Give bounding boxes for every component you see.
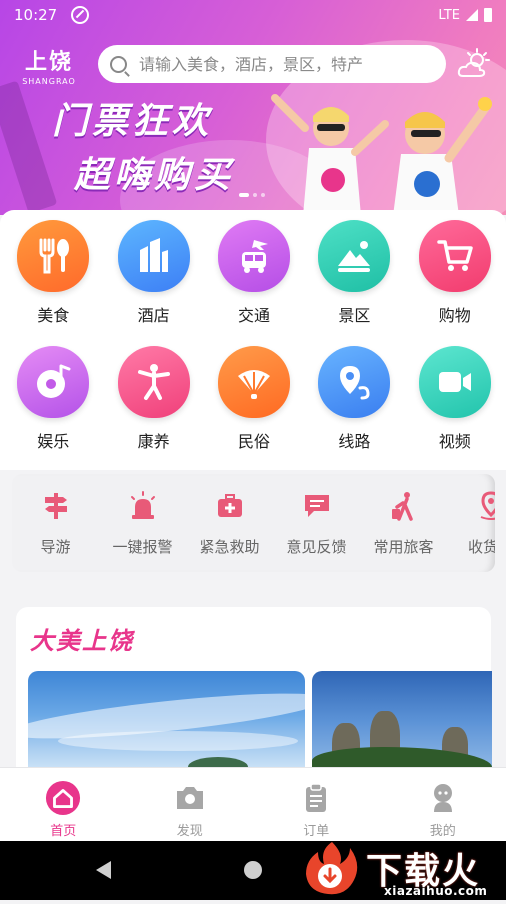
category-label: 视频: [439, 428, 471, 452]
banner-people-illustration: [265, 88, 495, 215]
category-label: 交通: [238, 302, 270, 326]
category-label: 酒店: [138, 302, 170, 326]
logo-en: SHANGRAO: [14, 77, 84, 86]
tools-row: 导游 一键报警 紧急救助 意见反馈 常用旅客 收货地: [12, 490, 495, 557]
do-not-disturb-icon: [71, 6, 89, 24]
category-item[interactable]: 线路: [304, 346, 404, 452]
category-item[interactable]: 民俗: [204, 346, 304, 452]
banner-dot: [253, 193, 257, 197]
tab-item[interactable]: 发现: [127, 768, 254, 842]
category-item[interactable]: 康养: [103, 346, 203, 452]
network-label: LTE: [438, 8, 460, 23]
clipboard-icon: [298, 780, 334, 816]
camera-icon: [172, 780, 208, 816]
tab-label: 首页: [50, 820, 76, 839]
music-disc-icon: [17, 346, 89, 418]
first-aid-kit-icon: [214, 490, 246, 522]
banner-dot: [261, 193, 265, 197]
signal-icon: [466, 9, 478, 21]
category-item[interactable]: 娱乐: [3, 346, 103, 452]
fan-icon: [218, 346, 290, 418]
building-icon: [118, 220, 190, 292]
banner-dot: [239, 193, 249, 197]
category-item[interactable]: 酒店: [103, 220, 203, 326]
watermark: 下载火 xiazaihuo.com: [300, 836, 506, 900]
category-item[interactable]: 景区: [304, 220, 404, 326]
traveler-icon: [388, 490, 420, 522]
featured-section: 大美上饶: [16, 607, 491, 777]
tool-item[interactable]: 紧急救助: [186, 490, 273, 557]
category-grid: 美食 酒店 交通 景区 购物娱乐 康养 民俗 线路 视频: [0, 220, 506, 452]
signpost-icon: [40, 490, 72, 522]
tool-label: 紧急救助: [199, 536, 259, 557]
tools-bar[interactable]: 导游 一键报警 紧急救助 意见反馈 常用旅客 收货地: [12, 474, 495, 572]
banner-line1: 门票狂欢: [52, 92, 234, 144]
tool-label: 意见反馈: [286, 536, 346, 557]
banner-tower-image: [0, 81, 57, 214]
alarm-light-icon: [127, 490, 159, 522]
back-icon[interactable]: [96, 861, 111, 879]
banner[interactable]: 门票狂欢 超嗨购买: [0, 0, 506, 215]
tool-item[interactable]: 一键报警: [99, 490, 186, 557]
search-input[interactable]: [137, 54, 431, 75]
plane-bus-icon: [218, 220, 290, 292]
tool-label: 导游: [40, 536, 70, 557]
category-label: 线路: [338, 428, 370, 452]
tool-item[interactable]: 常用旅客: [360, 490, 447, 557]
tool-label: 常用旅客: [373, 536, 433, 557]
section-title: 大美上饶: [30, 621, 134, 656]
home-button-icon[interactable]: [244, 861, 262, 879]
home-icon: [45, 780, 81, 816]
fork-knife-icon: [17, 220, 89, 292]
category-label: 民俗: [238, 428, 270, 452]
category-item[interactable]: 美食: [3, 220, 103, 326]
mountain-icon: [318, 220, 390, 292]
search-icon: [110, 56, 127, 73]
search-bar[interactable]: [98, 45, 446, 83]
scenic-photo[interactable]: [28, 671, 305, 781]
taichi-icon: [118, 346, 190, 418]
category-label: 景区: [338, 302, 370, 326]
cart-icon: [419, 220, 491, 292]
status-bar: 10:27 LTE: [0, 0, 506, 30]
watermark-url: xiazaihuo.com: [384, 884, 487, 898]
tool-label: 一键报警: [112, 536, 172, 557]
tool-item[interactable]: 导游: [12, 490, 99, 557]
tool-item[interactable]: 意见反馈: [273, 490, 360, 557]
logo-cn: 上饶: [14, 44, 84, 76]
weather-icon[interactable]: [457, 48, 491, 80]
tab-item[interactable]: 我的: [380, 768, 506, 842]
scenic-photo[interactable]: [312, 671, 492, 781]
category-label: 美食: [37, 302, 69, 326]
category-item[interactable]: 交通: [204, 220, 304, 326]
tool-item[interactable]: 收货地: [447, 490, 495, 557]
category-card: 美食 酒店 交通 景区 购物娱乐 康养 民俗 线路 视频: [0, 210, 506, 470]
banner-line2: 超嗨购买: [74, 146, 234, 198]
battery-icon: [484, 8, 492, 22]
category-label: 购物: [439, 302, 471, 326]
fire-logo-icon: [300, 836, 364, 900]
tab-label: 发现: [177, 820, 203, 839]
tool-label: 收货地: [468, 536, 495, 557]
video-camera-icon: [419, 346, 491, 418]
category-item[interactable]: 视频: [405, 346, 505, 452]
category-label: 康养: [138, 428, 170, 452]
tab-item[interactable]: 订单: [253, 768, 380, 842]
banner-pagination: [239, 193, 265, 197]
bottom-tab-bar: 首页 发现 订单我的: [0, 767, 506, 842]
category-item[interactable]: 购物: [405, 220, 505, 326]
tab-item[interactable]: 首页: [0, 768, 127, 842]
user-icon: [425, 780, 461, 816]
banner-slogan: 门票狂欢 超嗨购买: [52, 92, 234, 198]
app-logo: 上饶 SHANGRAO: [14, 44, 84, 86]
route-pin-icon: [318, 346, 390, 418]
status-time: 10:27: [14, 6, 57, 24]
location-pin-icon: [475, 490, 496, 522]
category-label: 娱乐: [37, 428, 69, 452]
feedback-icon: [301, 490, 333, 522]
